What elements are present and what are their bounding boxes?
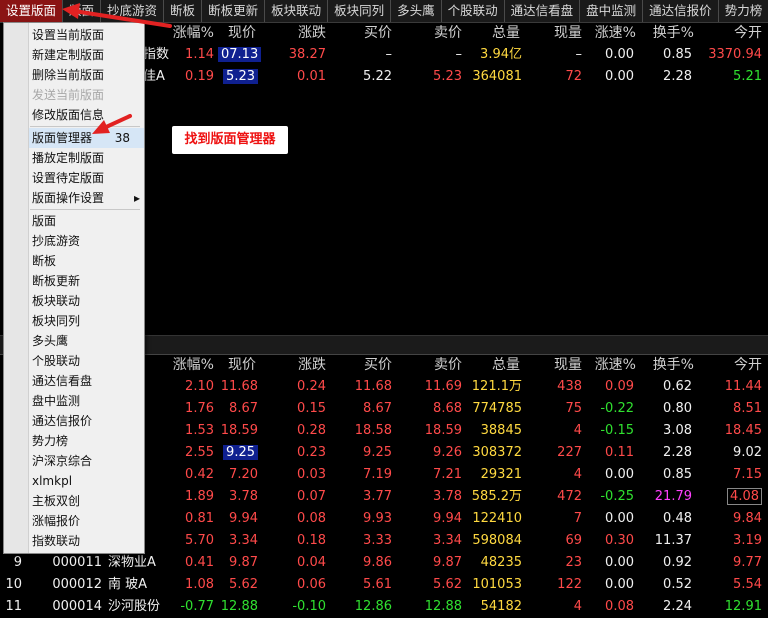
annotation-arrows: [62, 3, 172, 134]
arrow-to-tab-icon: [62, 3, 172, 28]
arrow-to-menu-item-icon: [92, 114, 132, 134]
